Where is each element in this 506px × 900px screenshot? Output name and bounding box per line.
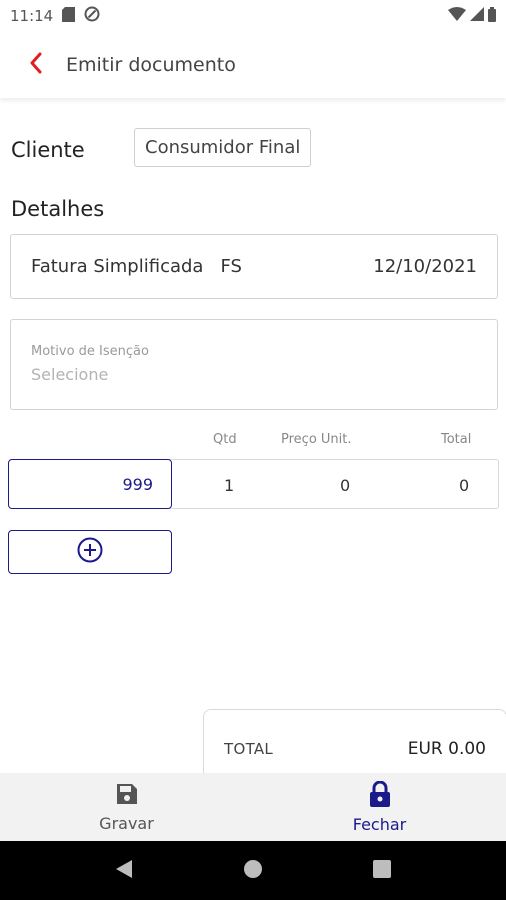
document-type: Fatura Simplificada (31, 256, 204, 277)
triangle-back-icon (115, 859, 133, 883)
close-document-button[interactable]: Fechar (253, 773, 506, 841)
signal-icon (470, 7, 484, 25)
status-time: 11:14 (10, 7, 54, 25)
bottom-nav: Gravar Fechar (0, 773, 506, 841)
save-icon (115, 782, 139, 810)
system-nav-bar (0, 841, 506, 900)
status-left: 11:14 (10, 6, 100, 26)
data-saver-icon (84, 6, 100, 26)
cliente-label: Cliente (11, 138, 85, 162)
line-item-total: 0 (459, 476, 470, 495)
total-label: TOTAL (224, 740, 274, 758)
chevron-left-icon (29, 52, 43, 78)
line-item-unit-price[interactable]: 0 (340, 476, 350, 495)
cliente-field[interactable]: Consumidor Final (134, 128, 312, 167)
exemption-reason-placeholder: Selecione (31, 365, 109, 384)
exemption-reason-label: Motivo de Isenção (31, 344, 149, 359)
status-right (448, 6, 496, 26)
line-item-qty[interactable]: 1 (224, 476, 234, 495)
app-bar: Emitir documento (0, 32, 506, 98)
plus-circle-icon (77, 537, 103, 567)
battery-icon (488, 6, 496, 26)
system-home-button[interactable] (233, 851, 273, 891)
save-label: Gravar (99, 813, 154, 833)
wifi-icon (448, 7, 466, 25)
document-series: FS (220, 256, 242, 277)
document-type-selector[interactable]: Fatura Simplificada FS 12/10/2021 (10, 234, 498, 299)
back-button[interactable] (16, 45, 56, 85)
save-button[interactable]: Gravar (0, 773, 253, 841)
lock-icon (369, 780, 391, 811)
system-recents-button[interactable] (362, 851, 402, 891)
exemption-reason-select[interactable]: Motivo de Isenção Selecione (10, 319, 498, 410)
detalhes-label: Detalhes (11, 197, 105, 221)
close-document-label: Fechar (352, 814, 407, 834)
column-header-total: Total (441, 432, 472, 447)
sd-card-icon (62, 6, 76, 26)
column-header-unit-price: Preço Unit. (281, 432, 352, 447)
add-line-button[interactable] (8, 530, 172, 574)
square-recents-icon (372, 859, 391, 882)
page-title: Emitir documento (66, 54, 236, 76)
document-date: 12/10/2021 (373, 256, 477, 277)
status-bar: 11:14 (0, 0, 506, 32)
circle-home-icon (243, 859, 263, 883)
total-value: EUR 0.00 (407, 739, 486, 759)
system-back-button[interactable] (104, 851, 144, 891)
item-input[interactable]: 999 (8, 459, 172, 509)
column-header-qty: Qtd (213, 432, 237, 447)
